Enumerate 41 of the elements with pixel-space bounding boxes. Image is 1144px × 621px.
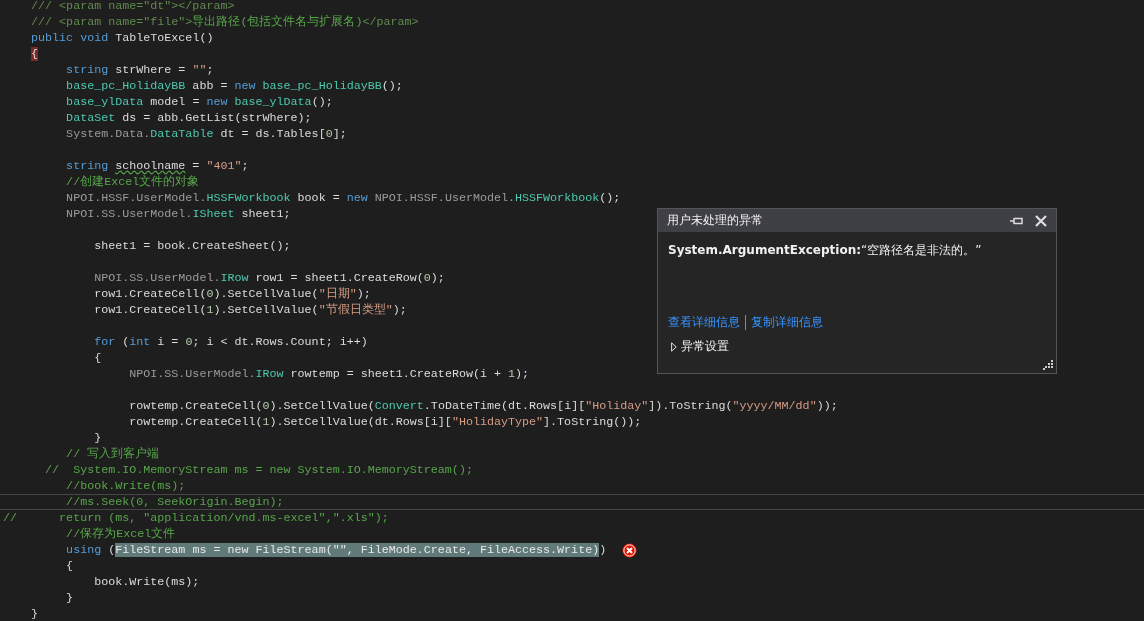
code-line: sheet1 = book.CreateSheet(); [93, 239, 291, 253]
resize-grip-icon[interactable] [1043, 360, 1053, 370]
code-line: public void TableToExcel() [30, 31, 214, 45]
pin-icon[interactable] [1010, 216, 1023, 225]
code-line: DataSet ds = abb.GetList(strWhere); [65, 111, 312, 125]
code-line: rowtemp.CreateCell(0).SetCellValue(Convert.ToDateTime(dt.Rows[i]["Holiday"]).ToString("yyyy/MM/dd")); [128, 399, 838, 413]
code-line: //保存为Excel文件 [65, 527, 176, 541]
code-line: base_ylData model = new base_ylData(); [65, 95, 333, 109]
code-line: // System.IO.MemoryStream ms = new System.IO.MemoryStream(); [44, 463, 473, 477]
code-line: rowtemp.CreateCell(1).SetCellValue(dt.Rows[i]["HolidayType"].ToString()); [128, 415, 642, 429]
code-line: //ms.Seek(0, SeekOrigin.Begin); [65, 495, 284, 509]
code-line: /// <param name="dt"></param> [30, 0, 235, 13]
code-line: // 写入到客户端 [65, 447, 160, 461]
details-link[interactable]: 复制详细信息 [751, 314, 823, 331]
exception-message: System.ArgumentException:“空路径名是非法的。” [668, 242, 983, 259]
code-line: } [65, 591, 74, 605]
code-line: } [30, 607, 39, 621]
code-line: { [65, 559, 74, 573]
code-line: //创建Excel文件的对象 [65, 175, 200, 189]
code-line: NPOI.SS.UserModel.IRow rowtemp = sheet1.CreateRow(i + 1); [128, 367, 530, 381]
code-line: for (int i = 0; i < dt.Rows.Count; i++) [93, 335, 368, 349]
close-icon[interactable] [1035, 214, 1047, 227]
code-line: string schoolname = "401"; [65, 159, 249, 173]
code-line: //book.Write(ms); [65, 479, 186, 493]
code-line: NPOI.SS.UserModel.ISheet sheet1; [65, 207, 291, 221]
code-line: book.Write(ms); [93, 575, 200, 589]
details-link[interactable]: 查看详细信息 [668, 314, 740, 331]
code-line: NPOI.SS.UserModel.IRow row1 = sheet1.CreateRow(0); [93, 271, 445, 285]
code-line: /// <param name="file">导出路径(包括文件名与扩展名)</param> [30, 15, 419, 29]
code-line: { [93, 351, 102, 365]
exception-settings-expander[interactable]: 异常设置 [671, 338, 1046, 355]
code-line: System.Data.DataTable dt = ds.Tables[0]; [65, 127, 347, 141]
code-line: base_pc_HolidayBB abb = new base_pc_HolidayBB(); [65, 79, 403, 93]
code-line: } [93, 431, 102, 445]
code-line: NPOI.HSSF.UserModel.HSSFWorkbook book = new NPOI.HSSF.UserModel.HSSFWorkbook(); [65, 191, 621, 205]
code-line: using (FileStream ms = new FileStream("", FileMode.Create, FileAccess.Write)) [65, 543, 607, 557]
code-line: row1.CreateCell(0).SetCellValue("日期"); [93, 287, 371, 301]
code-line: // return (ms, "application/vnd.ms-excel",".xls"); [3, 511, 389, 525]
code-line: string strWhere = ""; [65, 63, 214, 77]
code-line: row1.CreateCell(1).SetCellValue("节假日类型"); [93, 303, 407, 317]
popup-title: 用户未处理的异常 [667, 212, 764, 229]
